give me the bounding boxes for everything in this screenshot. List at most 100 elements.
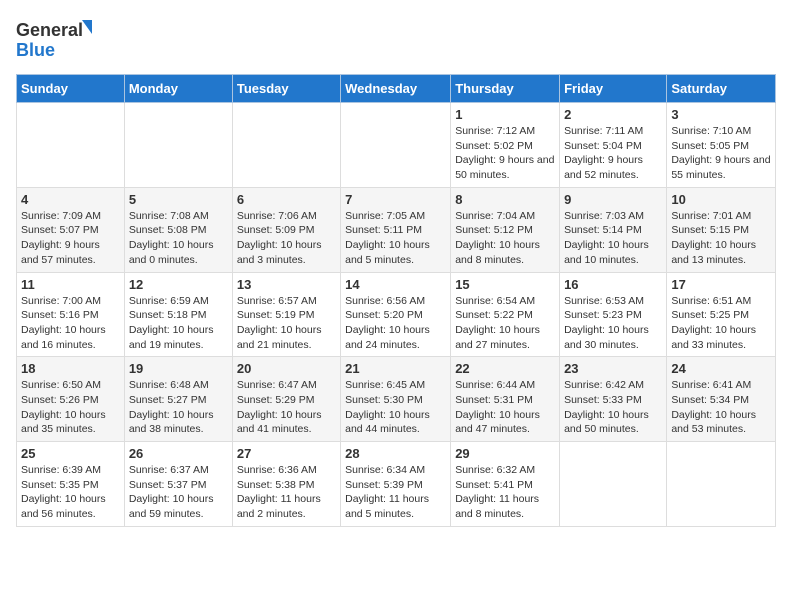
calendar-table: SundayMondayTuesdayWednesdayThursdayFrid… bbox=[16, 74, 776, 527]
day-info: Sunrise: 7:10 AMSunset: 5:05 PMDaylight:… bbox=[671, 124, 771, 183]
day-info: Sunrise: 6:50 AMSunset: 5:26 PMDaylight:… bbox=[21, 378, 120, 437]
day-info: Sunrise: 6:57 AMSunset: 5:19 PMDaylight:… bbox=[237, 294, 336, 353]
day-info: Sunrise: 7:06 AMSunset: 5:09 PMDaylight:… bbox=[237, 209, 336, 268]
calendar-cell: 12 Sunrise: 6:59 AMSunset: 5:18 PMDayligh… bbox=[124, 272, 232, 357]
day-number: 22 bbox=[455, 361, 555, 376]
calendar-cell: 5Sunrise: 7:08 AMSunset: 5:08 PMDaylight… bbox=[124, 187, 232, 272]
day-number: 15 bbox=[455, 277, 555, 292]
day-number: 12 bbox=[129, 277, 228, 292]
calendar-cell: 6 Sunrise: 7:06 AMSunset: 5:09 PMDaylight… bbox=[232, 187, 340, 272]
calendar-cell: 3 Sunrise: 7:10 AMSunset: 5:05 PMDaylight… bbox=[667, 103, 776, 188]
day-info: Sunrise: 6:51 AMSunset: 5:25 PMDaylight:… bbox=[671, 294, 771, 353]
calendar-cell: 8 Sunrise: 7:04 AMSunset: 5:12 PMDaylight… bbox=[451, 187, 560, 272]
day-info: Sunrise: 7:12 AMSunset: 5:02 PMDaylight:… bbox=[455, 124, 555, 183]
calendar-cell: 23Sunrise: 6:42 AMSunset: 5:33 PMDayligh… bbox=[560, 357, 667, 442]
weekday-header-wednesday: Wednesday bbox=[341, 75, 451, 103]
day-number: 14 bbox=[345, 277, 446, 292]
day-info: Sunrise: 6:59 AMSunset: 5:18 PMDaylight:… bbox=[129, 294, 228, 353]
day-info: Sunrise: 6:56 AMSunset: 5:20 PMDaylight:… bbox=[345, 294, 446, 353]
day-number: 24 bbox=[671, 361, 771, 376]
calendar-cell: 20 Sunrise: 6:47 AMSunset: 5:29 PMDayligh… bbox=[232, 357, 340, 442]
calendar-cell: 21Sunrise: 6:45 AMSunset: 5:30 PMDayligh… bbox=[341, 357, 451, 442]
svg-text:General: General bbox=[16, 20, 83, 40]
calendar-cell: 10 Sunrise: 7:01 AMSunset: 5:15 PMDayligh… bbox=[667, 187, 776, 272]
calendar-cell: 17 Sunrise: 6:51 AMSunset: 5:25 PMDayligh… bbox=[667, 272, 776, 357]
calendar-week-4: 25Sunrise: 6:39 AMSunset: 5:35 PMDayligh… bbox=[17, 442, 776, 527]
calendar-cell: 1 Sunrise: 7:12 AMSunset: 5:02 PMDaylight… bbox=[451, 103, 560, 188]
calendar-cell: 26 Sunrise: 6:37 AMSunset: 5:37 PMDayligh… bbox=[124, 442, 232, 527]
calendar-cell: 7 Sunrise: 7:05 AMSunset: 5:11 PMDaylight… bbox=[341, 187, 451, 272]
day-number: 27 bbox=[237, 446, 336, 461]
day-info: Sunrise: 7:04 AMSunset: 5:12 PMDaylight:… bbox=[455, 209, 555, 268]
calendar-cell: 18 Sunrise: 6:50 AMSunset: 5:26 PMDayligh… bbox=[17, 357, 125, 442]
calendar-cell bbox=[17, 103, 125, 188]
day-number: 1 bbox=[455, 107, 555, 122]
page-header: GeneralBlue bbox=[16, 16, 776, 64]
day-info: Sunrise: 6:37 AMSunset: 5:37 PMDaylight:… bbox=[129, 463, 228, 522]
day-number: 7 bbox=[345, 192, 446, 207]
calendar-cell bbox=[560, 442, 667, 527]
weekday-header-monday: Monday bbox=[124, 75, 232, 103]
day-number: 9 bbox=[564, 192, 662, 207]
day-info: Sunrise: 6:44 AMSunset: 5:31 PMDaylight:… bbox=[455, 378, 555, 437]
day-number: 18 bbox=[21, 361, 120, 376]
day-info: Sunrise: 7:09 AMSunset: 5:07 PMDaylight:… bbox=[21, 209, 120, 268]
calendar-cell: 15 Sunrise: 6:54 AMSunset: 5:22 PMDayligh… bbox=[451, 272, 560, 357]
day-number: 5 bbox=[129, 192, 228, 207]
day-number: 11 bbox=[21, 277, 120, 292]
weekday-header-friday: Friday bbox=[560, 75, 667, 103]
day-info: Sunrise: 7:05 AMSunset: 5:11 PMDaylight:… bbox=[345, 209, 446, 268]
weekday-header-tuesday: Tuesday bbox=[232, 75, 340, 103]
weekday-header-saturday: Saturday bbox=[667, 75, 776, 103]
calendar-cell bbox=[232, 103, 340, 188]
weekday-header-sunday: Sunday bbox=[17, 75, 125, 103]
day-number: 17 bbox=[671, 277, 771, 292]
day-number: 6 bbox=[237, 192, 336, 207]
calendar-cell: 22 Sunrise: 6:44 AMSunset: 5:31 PMDayligh… bbox=[451, 357, 560, 442]
calendar-cell: 24 Sunrise: 6:41 AMSunset: 5:34 PMDayligh… bbox=[667, 357, 776, 442]
calendar-week-0: 1 Sunrise: 7:12 AMSunset: 5:02 PMDaylight… bbox=[17, 103, 776, 188]
calendar-cell: 28 Sunrise: 6:34 AMSunset: 5:39 PMDayligh… bbox=[341, 442, 451, 527]
day-number: 16 bbox=[564, 277, 662, 292]
day-info: Sunrise: 7:03 AMSunset: 5:14 PMDaylight:… bbox=[564, 209, 662, 268]
calendar-cell bbox=[124, 103, 232, 188]
day-info: Sunrise: 6:54 AMSunset: 5:22 PMDaylight:… bbox=[455, 294, 555, 353]
day-number: 26 bbox=[129, 446, 228, 461]
day-number: 13 bbox=[237, 277, 336, 292]
calendar-cell: 14 Sunrise: 6:56 AMSunset: 5:20 PMDayligh… bbox=[341, 272, 451, 357]
svg-text:Blue: Blue bbox=[16, 40, 55, 60]
day-info: Sunrise: 7:11 AMSunset: 5:04 PMDaylight:… bbox=[564, 124, 662, 183]
logo: GeneralBlue bbox=[16, 16, 96, 64]
day-info: Sunrise: 7:00 AMSunset: 5:16 PMDaylight:… bbox=[21, 294, 120, 353]
day-number: 4 bbox=[21, 192, 120, 207]
day-info: Sunrise: 6:32 AMSunset: 5:41 PMDaylight:… bbox=[455, 463, 555, 522]
calendar-cell: 2Sunrise: 7:11 AMSunset: 5:04 PMDaylight… bbox=[560, 103, 667, 188]
day-number: 8 bbox=[455, 192, 555, 207]
calendar-header: SundayMondayTuesdayWednesdayThursdayFrid… bbox=[17, 75, 776, 103]
day-number: 28 bbox=[345, 446, 446, 461]
day-number: 3 bbox=[671, 107, 771, 122]
logo-svg: GeneralBlue bbox=[16, 16, 96, 64]
day-number: 20 bbox=[237, 361, 336, 376]
day-number: 25 bbox=[21, 446, 120, 461]
day-info: Sunrise: 6:47 AMSunset: 5:29 PMDaylight:… bbox=[237, 378, 336, 437]
calendar-cell: 9 Sunrise: 7:03 AMSunset: 5:14 PMDaylight… bbox=[560, 187, 667, 272]
calendar-cell: 27 Sunrise: 6:36 AMSunset: 5:38 PMDayligh… bbox=[232, 442, 340, 527]
day-info: Sunrise: 6:36 AMSunset: 5:38 PMDaylight:… bbox=[237, 463, 336, 522]
day-number: 23 bbox=[564, 361, 662, 376]
day-info: Sunrise: 6:41 AMSunset: 5:34 PMDaylight:… bbox=[671, 378, 771, 437]
calendar-cell: 29Sunrise: 6:32 AMSunset: 5:41 PMDayligh… bbox=[451, 442, 560, 527]
calendar-cell bbox=[667, 442, 776, 527]
calendar-cell: 13 Sunrise: 6:57 AMSunset: 5:19 PMDayligh… bbox=[232, 272, 340, 357]
day-info: Sunrise: 7:01 AMSunset: 5:15 PMDaylight:… bbox=[671, 209, 771, 268]
calendar-cell: 11 Sunrise: 7:00 AMSunset: 5:16 PMDayligh… bbox=[17, 272, 125, 357]
day-number: 10 bbox=[671, 192, 771, 207]
day-number: 19 bbox=[129, 361, 228, 376]
day-info: Sunrise: 6:45 AMSunset: 5:30 PMDaylight:… bbox=[345, 378, 446, 437]
calendar-cell: 25Sunrise: 6:39 AMSunset: 5:35 PMDayligh… bbox=[17, 442, 125, 527]
calendar-week-1: 4 Sunrise: 7:09 AMSunset: 5:07 PMDaylight… bbox=[17, 187, 776, 272]
day-info: Sunrise: 6:48 AMSunset: 5:27 PMDaylight:… bbox=[129, 378, 228, 437]
day-info: Sunrise: 6:53 AMSunset: 5:23 PMDaylight:… bbox=[564, 294, 662, 353]
calendar-week-2: 11 Sunrise: 7:00 AMSunset: 5:16 PMDayligh… bbox=[17, 272, 776, 357]
day-info: Sunrise: 6:34 AMSunset: 5:39 PMDaylight:… bbox=[345, 463, 446, 522]
